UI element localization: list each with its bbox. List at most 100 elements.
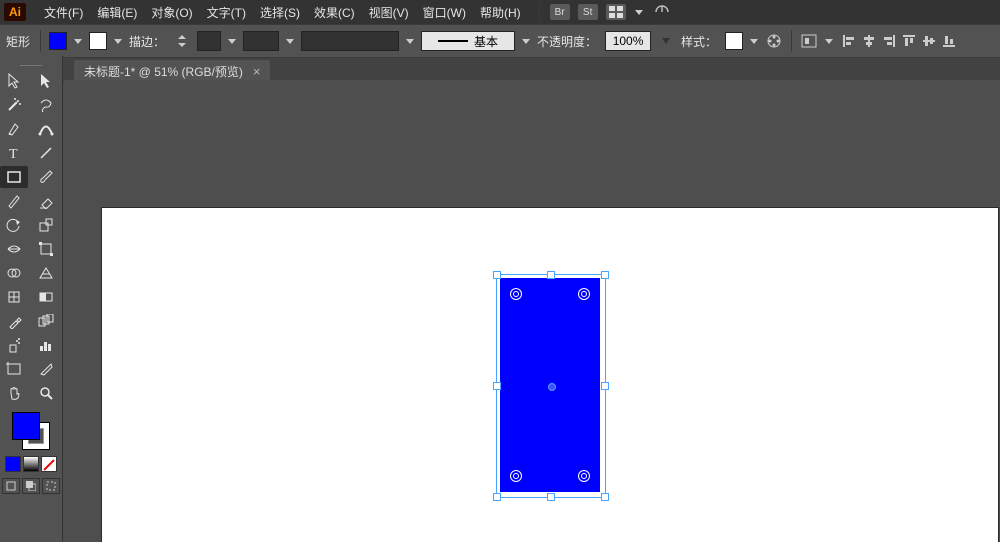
stroke-weight-label: 描边： [129, 33, 165, 50]
graphic-style-swatch[interactable] [725, 32, 743, 50]
blend-tool[interactable] [32, 310, 60, 332]
corner-widget-bl[interactable] [510, 470, 522, 482]
lasso-tool[interactable] [32, 94, 60, 116]
shape-builder-tool[interactable] [0, 262, 28, 284]
variable-width-profile[interactable] [243, 31, 279, 51]
brush-style-select[interactable]: 基本 [421, 31, 515, 51]
shaper-tool[interactable] [0, 190, 28, 212]
toolbox-grip[interactable] [0, 62, 62, 68]
eraser-tool[interactable] [32, 190, 60, 212]
rectangle-tool[interactable] [0, 166, 28, 188]
workspace[interactable] [64, 80, 1000, 542]
align-right-icon[interactable] [880, 32, 898, 50]
toolbox: T [0, 56, 63, 542]
brush-style-dropdown[interactable] [521, 33, 531, 49]
fill-swatch[interactable] [49, 32, 67, 50]
separator [791, 30, 792, 52]
line-tool[interactable] [32, 142, 60, 164]
artboard-tool[interactable] [0, 358, 28, 380]
stroke-weight-dropdown[interactable] [227, 33, 237, 49]
selection-tool[interactable] [0, 70, 28, 92]
stock-icon[interactable]: St [578, 4, 598, 20]
gpu-preview-icon[interactable] [652, 4, 672, 20]
draw-inside-icon[interactable] [42, 478, 60, 494]
align-left-icon[interactable] [840, 32, 858, 50]
chevron-down-icon[interactable] [634, 4, 644, 20]
arrange-documents-icon[interactable] [606, 4, 626, 20]
symbol-sprayer-tool[interactable] [0, 334, 28, 356]
color-mode-gradient[interactable] [23, 456, 39, 472]
rotate-tool[interactable] [0, 214, 28, 236]
hand-tool[interactable] [0, 382, 28, 404]
perspective-grid-tool[interactable] [32, 262, 60, 284]
align-vcenter-icon[interactable] [920, 32, 938, 50]
opacity-input[interactable]: 100% [605, 31, 651, 51]
corner-widget-tr[interactable] [578, 288, 590, 300]
stroke-stepdown-icon[interactable] [173, 32, 191, 50]
document-tab[interactable]: 未标题-1* @ 51% (RGB/预览) × [74, 60, 270, 82]
scale-tool[interactable] [32, 214, 60, 236]
selected-rectangle[interactable] [500, 278, 600, 492]
handle-right[interactable] [601, 382, 609, 390]
fill-proxy[interactable] [12, 412, 40, 440]
draw-behind-icon[interactable] [22, 478, 40, 494]
menu-select[interactable]: 选择(S) [260, 4, 300, 21]
column-graph-tool[interactable] [32, 334, 60, 356]
brush-definition[interactable] [301, 31, 399, 51]
handle-bottom[interactable] [547, 493, 555, 501]
menu-edit[interactable]: 编辑(E) [97, 4, 137, 21]
align-hcenter-icon[interactable] [860, 32, 878, 50]
app-logo: Ai [4, 3, 26, 21]
corner-widget-tl[interactable] [510, 288, 522, 300]
handle-top-right[interactable] [601, 271, 609, 279]
paintbrush-tool[interactable] [32, 166, 60, 188]
menu-view[interactable]: 视图(V) [369, 4, 409, 21]
corner-widget-br[interactable] [578, 470, 590, 482]
stroke-dropdown[interactable] [113, 33, 123, 49]
document-tab-title: 未标题-1* @ 51% (RGB/预览) [84, 63, 243, 80]
menu-type[interactable]: 文字(T) [207, 4, 246, 21]
type-tool[interactable]: T [0, 142, 28, 164]
brush-definition-dropdown[interactable] [405, 33, 415, 49]
menu-window[interactable]: 窗口(W) [423, 4, 466, 21]
curvature-tool[interactable] [32, 118, 60, 140]
align-bottom-icon[interactable] [940, 32, 958, 50]
menu-file[interactable]: 文件(F) [44, 4, 83, 21]
gradient-tool[interactable] [32, 286, 60, 308]
menu-help[interactable]: 帮助(H) [480, 4, 521, 21]
draw-mode-row [0, 478, 62, 494]
free-transform-tool[interactable] [32, 238, 60, 260]
direct-selection-tool[interactable] [32, 70, 60, 92]
color-mode-none[interactable] [41, 456, 57, 472]
align-top-icon[interactable] [900, 32, 918, 50]
slice-tool[interactable] [32, 358, 60, 380]
fill-dropdown[interactable] [73, 33, 83, 49]
color-mode-row [0, 456, 62, 472]
handle-bottom-left[interactable] [493, 493, 501, 501]
separator [539, 1, 540, 23]
mesh-tool[interactable] [0, 286, 28, 308]
line-style-label: 基本 [474, 33, 498, 50]
color-mode-solid[interactable] [5, 456, 21, 472]
menu-object[interactable]: 对象(O) [151, 4, 192, 21]
magic-wand-tool[interactable] [0, 94, 28, 116]
graphic-style-dropdown[interactable] [749, 33, 759, 49]
close-tab-icon[interactable]: × [253, 65, 261, 78]
zoom-tool[interactable] [32, 382, 60, 404]
stroke-weight-input[interactable] [197, 31, 221, 51]
align-to-icon[interactable] [800, 32, 818, 50]
fill-stroke-control[interactable] [12, 412, 50, 450]
menu-effect[interactable]: 效果(C) [314, 4, 355, 21]
recolor-artwork-icon[interactable] [765, 32, 783, 50]
eyedropper-tool[interactable] [0, 310, 28, 332]
draw-normal-icon[interactable] [2, 478, 20, 494]
opacity-dropdown[interactable] [657, 32, 675, 50]
variable-width-dropdown[interactable] [285, 33, 295, 49]
align-to-dropdown[interactable] [824, 33, 834, 49]
pen-tool[interactable] [0, 118, 28, 140]
artboard[interactable] [102, 208, 998, 542]
stroke-swatch[interactable] [89, 32, 107, 50]
handle-bottom-right[interactable] [601, 493, 609, 501]
bridge-icon[interactable]: Br [550, 4, 570, 20]
width-tool[interactable] [0, 238, 28, 260]
